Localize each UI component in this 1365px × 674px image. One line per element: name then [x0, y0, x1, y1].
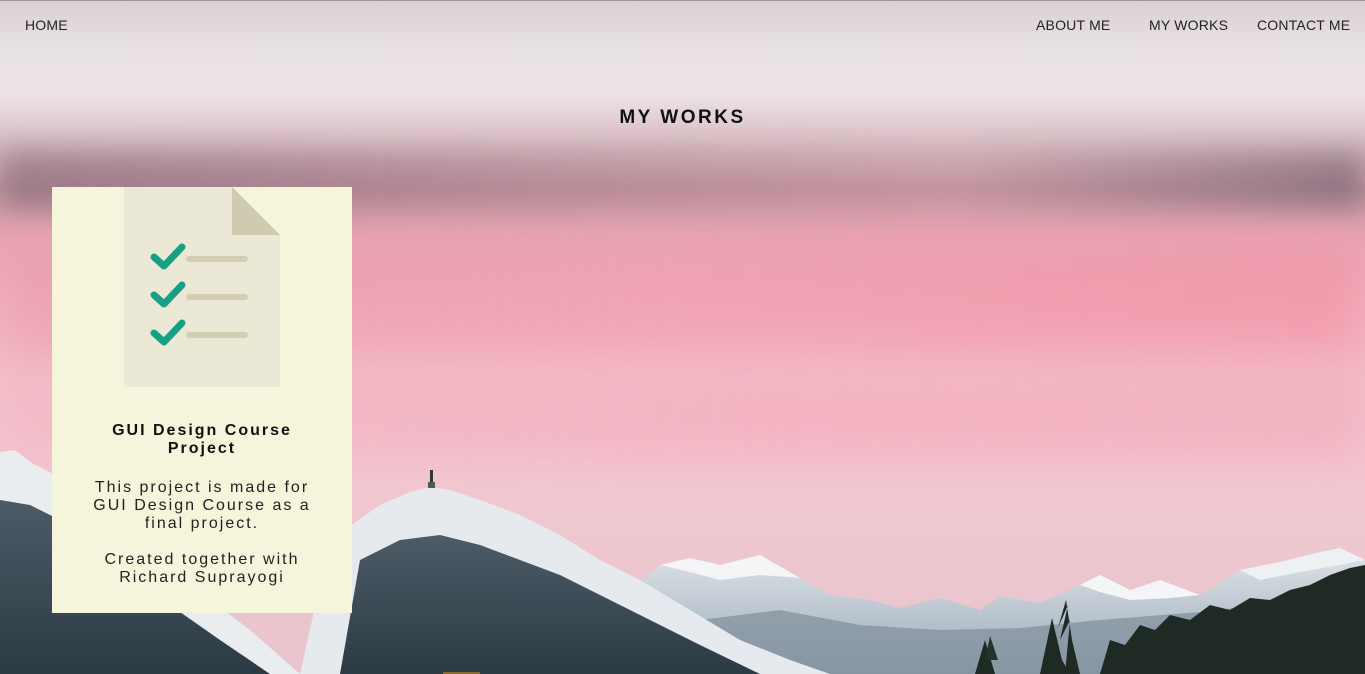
nav-home-link[interactable]: HOME: [25, 17, 68, 33]
nav-contact-link[interactable]: CONTACT ME: [1257, 17, 1350, 33]
checklist-document-icon: [124, 187, 280, 387]
page-background: HOME ABOUT ME MY WORKS CONTACT ME MY WOR…: [0, 0, 1365, 674]
nav-works-link[interactable]: MY WORKS: [1149, 17, 1228, 33]
project-description: This project is made for GUI Design Cour…: [93, 479, 311, 532]
top-navigation: HOME ABOUT ME MY WORKS CONTACT ME: [0, 0, 1365, 48]
project-credit: Created together with Richard Suprayogi: [104, 551, 300, 586]
nav-about-link[interactable]: ABOUT ME: [1036, 17, 1110, 33]
project-title: GUI Design Course Project: [112, 422, 292, 457]
page-title: MY WORKS: [619, 107, 746, 128]
project-card[interactable]: GUI Design Course Project This project i…: [52, 187, 352, 613]
